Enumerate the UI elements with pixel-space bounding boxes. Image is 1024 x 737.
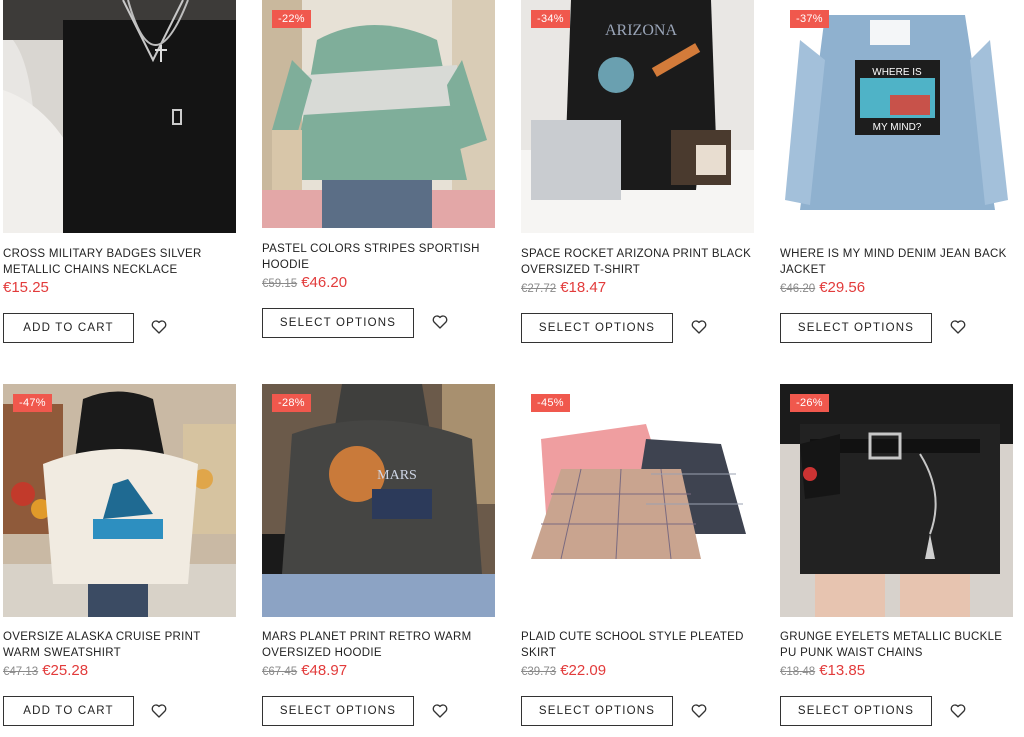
select-options-button[interactable]: SELECT OPTIONS (262, 308, 414, 338)
discount-badge: -22% (272, 10, 311, 28)
sale-price: €22.09 (560, 662, 607, 679)
jacket-print-text: MY MIND? (873, 122, 922, 133)
old-price: €59.15 (262, 278, 298, 290)
product-image-waist-chains[interactable]: -26% (780, 384, 1013, 617)
discount-badge: -34% (531, 10, 570, 28)
select-options-button[interactable]: SELECT OPTIONS (780, 313, 932, 343)
wishlist-heart-icon[interactable] (431, 313, 449, 331)
select-options-button[interactable]: SELECT OPTIONS (521, 313, 673, 343)
product-image-hoodie-stripes[interactable]: -22% (262, 0, 495, 228)
discount-badge: -47% (13, 394, 52, 412)
product-title[interactable]: PASTEL COLORS STRIPES SPORTISH HOODIE (262, 241, 495, 273)
sale-price: €13.85 (819, 662, 866, 679)
discount-badge: -37% (790, 10, 829, 28)
product-image-alaska-sweatshirt[interactable]: -47% (3, 384, 236, 617)
product-price: €15.25 (3, 279, 49, 297)
jacket-print-text: WHERE IS (872, 67, 922, 78)
sale-price: €25.28 (42, 662, 89, 679)
hoodie-print-text: MARS (377, 468, 417, 483)
wishlist-heart-icon[interactable] (150, 702, 168, 720)
product-price: €39.73 €22.09 (521, 662, 606, 681)
sale-price: €46.20 (301, 274, 348, 291)
sale-price: €15.25 (3, 279, 49, 296)
product-image-arizona-tee[interactable]: ARIZONA -34% (521, 0, 754, 233)
discount-badge: -45% (531, 394, 570, 412)
sale-price: €48.97 (301, 662, 348, 679)
product-image-mars-hoodie[interactable]: MARS -28% (262, 384, 495, 617)
product-price: €59.15 €46.20 (262, 274, 347, 293)
shirt-print-text: ARIZONA (605, 22, 677, 39)
product-image-plaid-skirt[interactable]: -45% (521, 384, 754, 617)
product-title[interactable]: WHERE IS MY MIND DENIM JEAN BACK JACKET (780, 246, 1013, 278)
discount-badge: -28% (272, 394, 311, 412)
select-options-button[interactable]: SELECT OPTIONS (262, 696, 414, 726)
product-title[interactable]: MARS PLANET PRINT RETRO WARM OVERSIZED H… (262, 629, 495, 661)
discount-badge: -26% (790, 394, 829, 412)
wishlist-heart-icon[interactable] (431, 702, 449, 720)
product-title[interactable]: OVERSIZE ALASKA CRUISE PRINT WARM SWEATS… (3, 629, 236, 661)
product-price: €47.13 €25.28 (3, 662, 88, 681)
wishlist-heart-icon[interactable] (690, 702, 708, 720)
wishlist-heart-icon[interactable] (949, 702, 967, 720)
product-title[interactable]: SPACE ROCKET ARIZONA PRINT BLACK OVERSIZ… (521, 246, 754, 278)
add-to-cart-button[interactable]: ADD TO CART (3, 313, 134, 343)
sale-price: €29.56 (819, 279, 866, 296)
wishlist-heart-icon[interactable] (949, 318, 967, 336)
add-to-cart-button[interactable]: ADD TO CART (3, 696, 134, 726)
product-price: €27.72 €18.47 (521, 279, 606, 298)
product-price: €67.45 €48.97 (262, 662, 347, 681)
product-title[interactable]: PLAID CUTE SCHOOL STYLE PLEATED SKIRT (521, 629, 754, 661)
sale-price: €18.47 (560, 279, 607, 296)
old-price: €67.45 (262, 666, 298, 678)
old-price: €18.48 (780, 666, 816, 678)
old-price: €27.72 (521, 283, 557, 295)
old-price: €39.73 (521, 666, 557, 678)
product-price: €46.20 €29.56 (780, 279, 865, 298)
wishlist-heart-icon[interactable] (690, 318, 708, 336)
product-title[interactable]: GRUNGE EYELETS METALLIC BUCKLE PU PUNK W… (780, 629, 1013, 661)
old-price: €47.13 (3, 666, 39, 678)
select-options-button[interactable]: SELECT OPTIONS (780, 696, 932, 726)
old-price: €46.20 (780, 283, 816, 295)
product-image-denim-jacket[interactable]: WHERE IS MY MIND? -37% (780, 0, 1013, 233)
product-price: €18.48 €13.85 (780, 662, 865, 681)
product-image-necklace[interactable] (3, 0, 236, 233)
wishlist-heart-icon[interactable] (150, 318, 168, 336)
product-title[interactable]: CROSS MILITARY BADGES SILVER METALLIC CH… (3, 246, 236, 278)
select-options-button[interactable]: SELECT OPTIONS (521, 696, 673, 726)
